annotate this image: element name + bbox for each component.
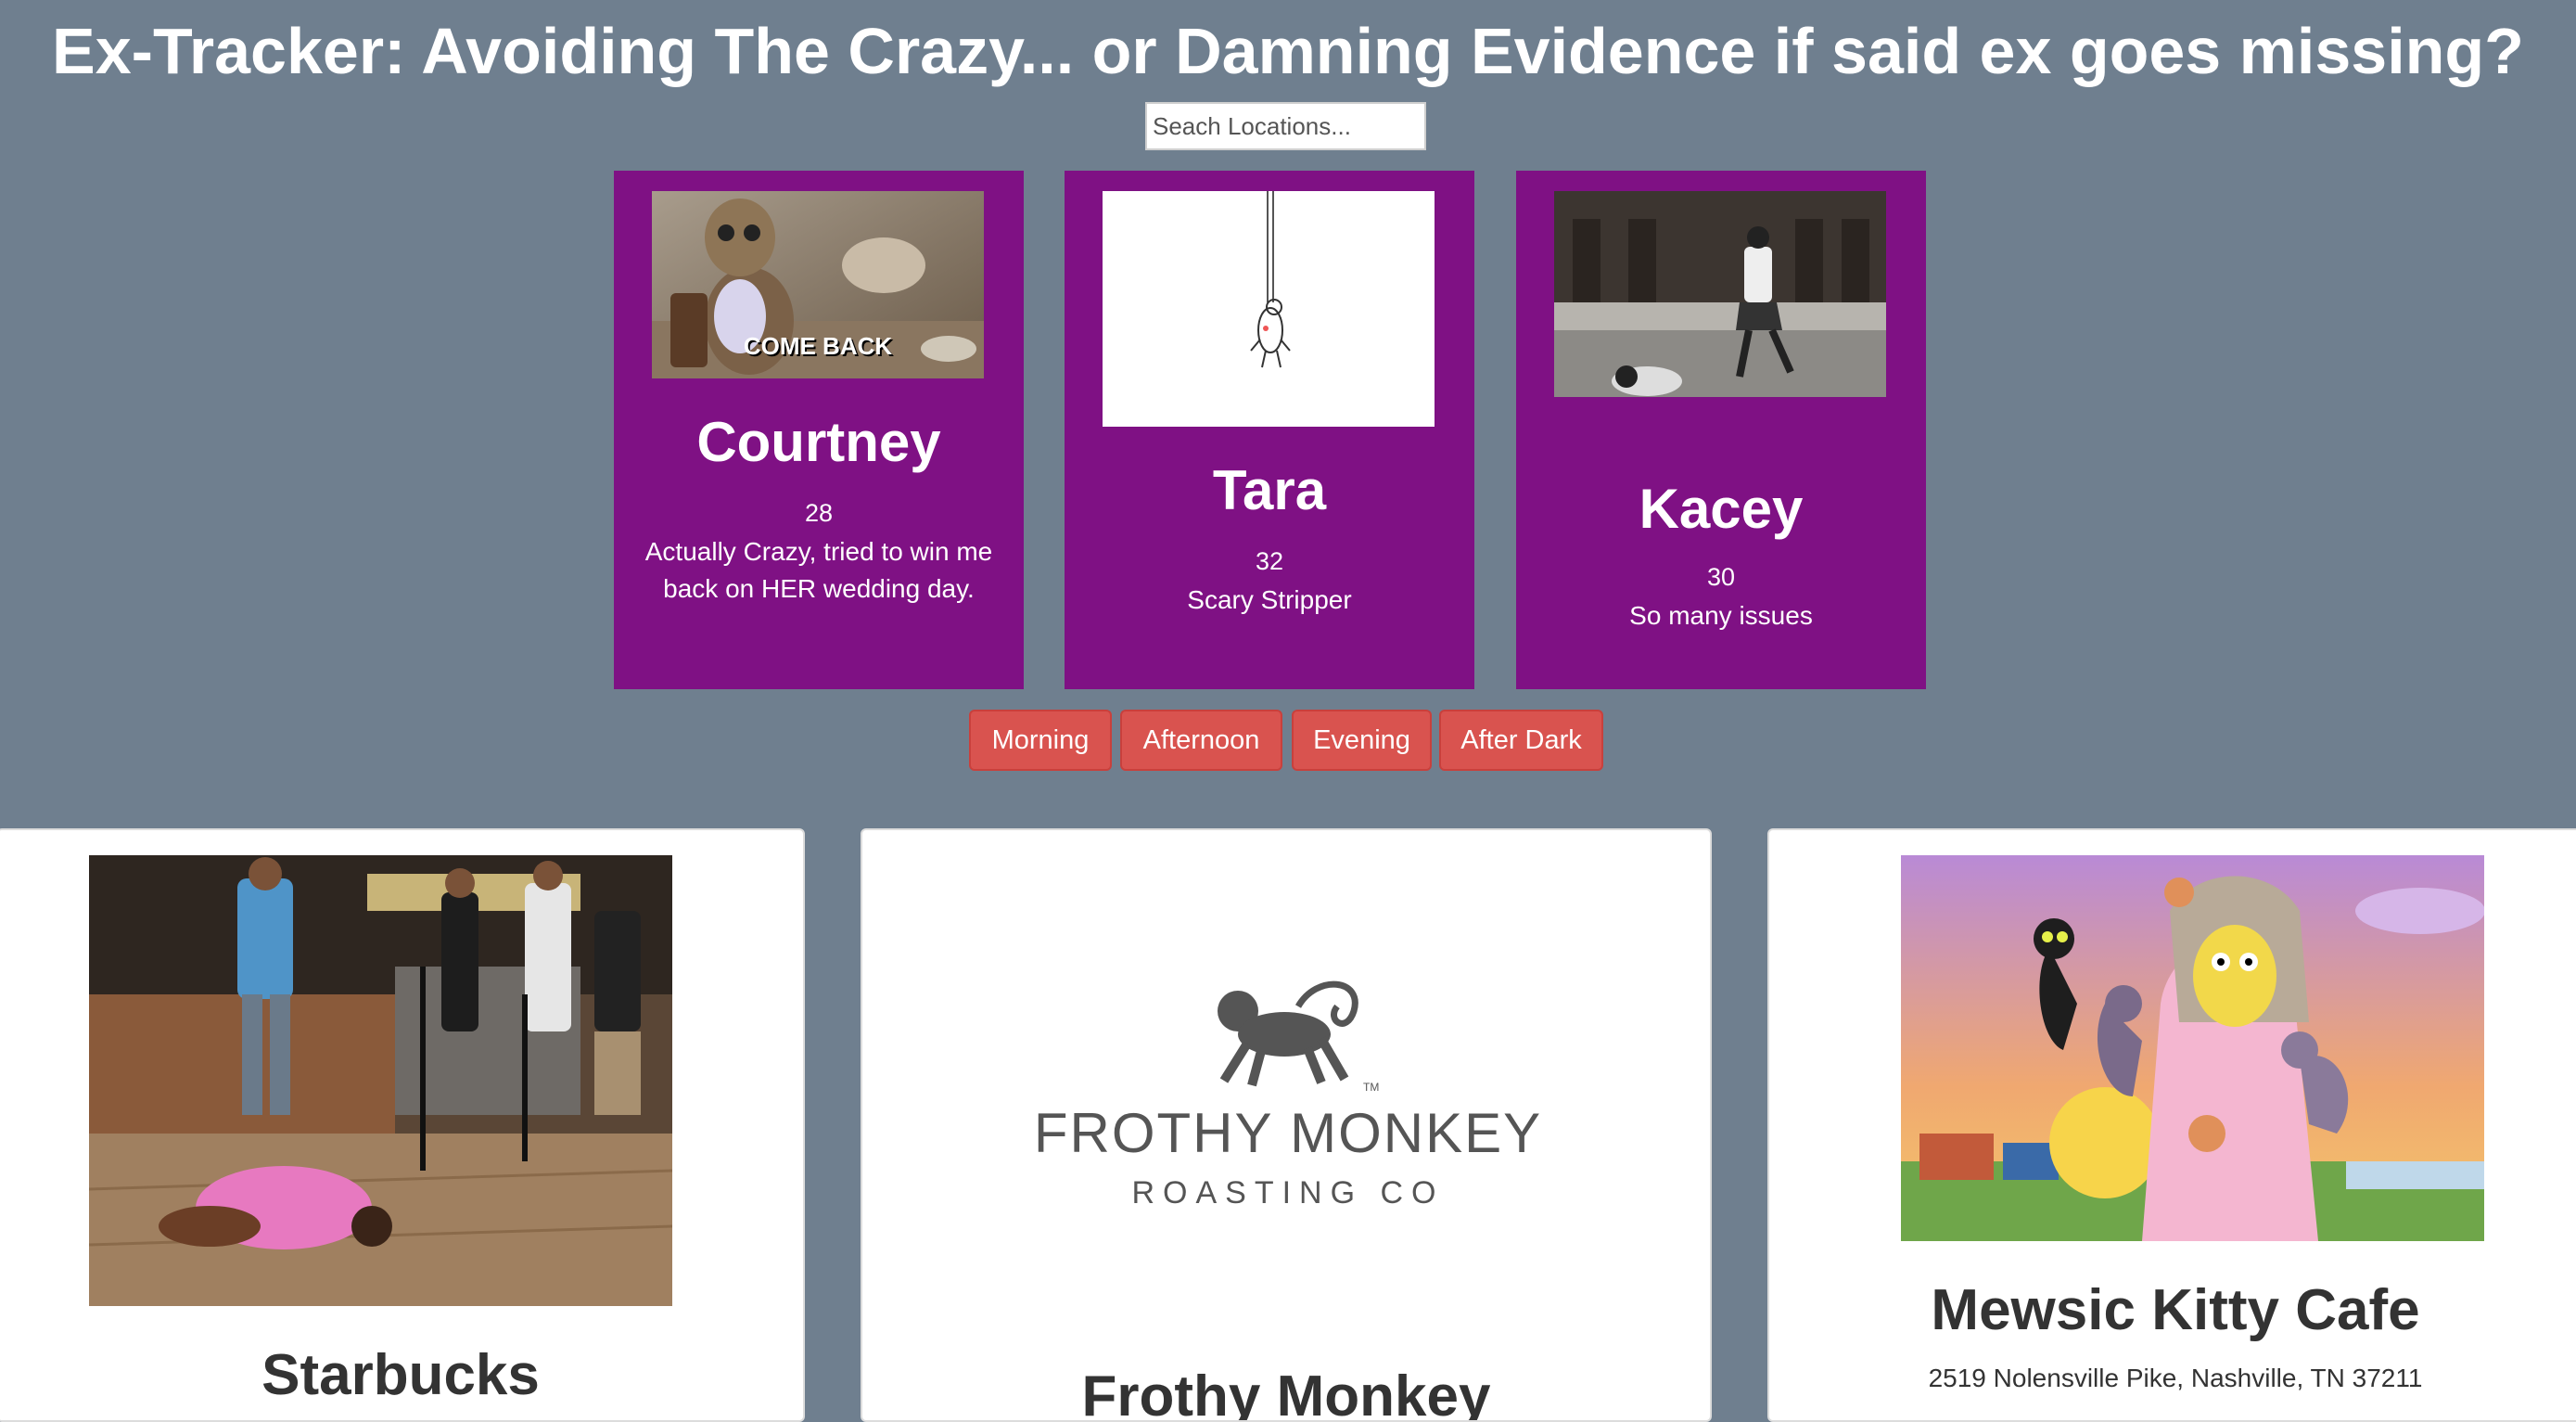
morning-button[interactable]: Morning [969, 710, 1112, 771]
location-card-frothy-monkey[interactable]: TM FROTHY MONKEY ROASTING CO Frothy Monk… [861, 828, 1712, 1422]
ex-description: Actually Crazy, tried to win me back on … [644, 537, 993, 603]
starbucks-photo [89, 855, 672, 1306]
location-name: Frothy Monkey [1081, 1364, 1491, 1422]
page-title: Ex-Tracker: Avoiding The Crazy... or Dam… [52, 15, 2524, 87]
location-card-mewsic-kitty-cafe[interactable]: Mewsic Kitty Cafe 2519 Nolensville Pike,… [1767, 828, 2576, 1422]
logo-text-sub: ROASTING CO [1131, 1175, 1445, 1211]
logo-text-main: FROTHY MONKEY [1033, 1102, 1543, 1164]
kacey-photo [1554, 191, 1886, 397]
evening-button[interactable]: Evening [1292, 710, 1432, 771]
ex-card-courtney[interactable]: COME BACK Courtney 28 Actually Crazy, tr… [614, 171, 1024, 689]
ex-description: Scary Stripper [1187, 585, 1352, 614]
ex-name: Courtney [696, 411, 941, 473]
location-name: Mewsic Kitty Cafe [1931, 1278, 2420, 1342]
ex-age: 30 [1706, 563, 1736, 591]
ex-description: So many issues [1629, 601, 1813, 630]
ex-card-tara[interactable]: Tara 32 Scary Stripper [1065, 171, 1474, 689]
ex-card-kacey[interactable]: Kacey 30 So many issues [1516, 171, 1926, 689]
tara-photo [1103, 191, 1435, 427]
ex-age: 32 [1255, 547, 1284, 575]
monkey-icon [1218, 980, 1358, 1087]
courtney-image-caption: COME BACK [743, 332, 893, 360]
location-name: Starbucks [261, 1343, 540, 1407]
logo-trademark: TM [1363, 1081, 1380, 1094]
after-dark-button[interactable]: After Dark [1439, 710, 1603, 771]
mewsic-kitty-photo [1901, 855, 2484, 1241]
courtney-photo: COME BACK [652, 191, 984, 378]
search-locations-input[interactable] [1145, 102, 1426, 150]
ex-age: 28 [804, 499, 834, 527]
ex-name: Kacey [1639, 478, 1804, 540]
ex-name: Tara [1212, 459, 1327, 521]
location-address: 2519 Nolensville Pike, Nashville, TN 372… [1928, 1364, 2423, 1392]
frothy-monkey-logo: TM FROTHY MONKEY ROASTING CO [862, 969, 1710, 1238]
afternoon-button[interactable]: Afternoon [1120, 710, 1282, 771]
location-card-starbucks[interactable]: Starbucks [0, 828, 805, 1422]
